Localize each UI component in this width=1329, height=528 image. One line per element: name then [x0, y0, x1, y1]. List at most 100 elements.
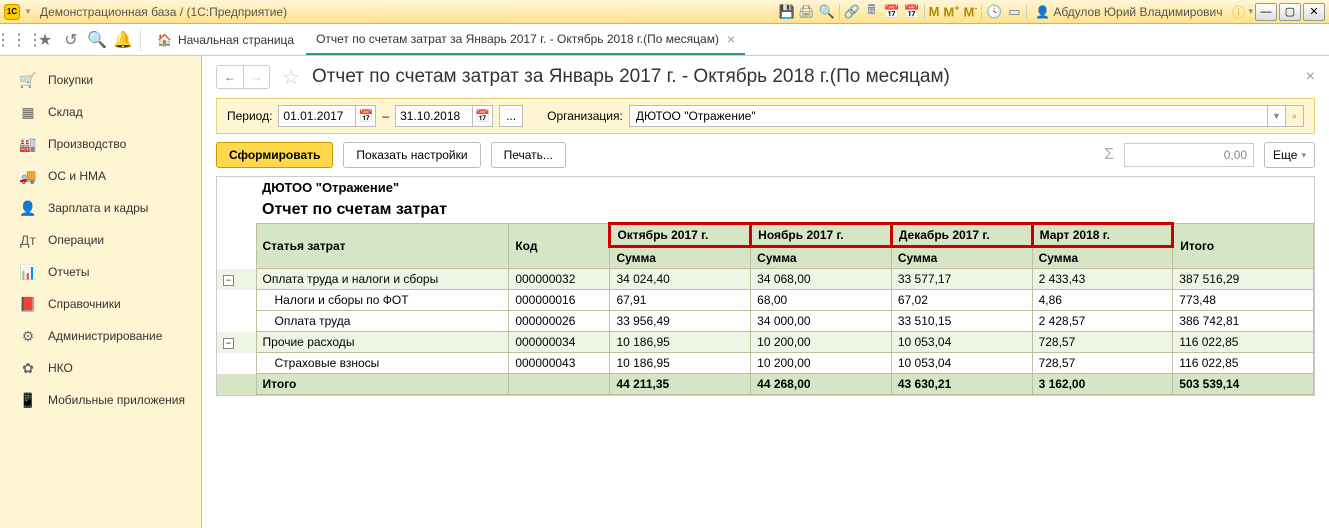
period-picker-button[interactable]: ... [499, 105, 523, 127]
calc-icon[interactable]: 🖩 [862, 2, 882, 22]
user-block[interactable]: 👤 Абдулов Юрий Владимирович [1035, 5, 1222, 19]
cell-name: Страховые взносы [256, 353, 509, 374]
cell-value: 3 162,00 [1032, 374, 1173, 395]
more-button[interactable]: Еще [1264, 142, 1315, 168]
org-clear-icon[interactable]: ▫ [1286, 105, 1304, 127]
params-bar: Период: 01.01.2017 📅 – 31.10.2018 📅 ... … [216, 98, 1315, 134]
sidebar-item[interactable]: 🛒Покупки [0, 64, 201, 96]
home-icon: 🏠 [157, 33, 172, 47]
sidebar-item[interactable]: 🏭Производство [0, 128, 201, 160]
collapse-icon[interactable]: − [223, 338, 234, 349]
date-to-cal-icon[interactable]: 📅 [473, 105, 493, 127]
show-settings-button[interactable]: Показать настройки [343, 142, 480, 168]
cell-value: 2 433,43 [1032, 269, 1173, 290]
cell-code: 000000043 [509, 353, 610, 374]
title-bar: 1C ▼ Демонстрационная база / (1С:Предпри… [0, 0, 1329, 24]
sidebar-label: Склад [48, 105, 83, 119]
sidebar-icon: 📕 [18, 296, 38, 313]
sidebar-item[interactable]: 👤Зарплата и кадры [0, 192, 201, 224]
font-increase-icon[interactable]: M [941, 3, 961, 19]
sidebar-icon: 🏭 [18, 136, 38, 153]
sidebar-icon: Дт [18, 232, 38, 248]
tab-home[interactable]: 🏠 Начальная страница [145, 24, 306, 56]
sidebar-item[interactable]: ▦Склад [0, 96, 201, 128]
cell-value: 34 024,40 [610, 269, 751, 290]
day-icon[interactable]: 📅 [902, 2, 922, 22]
sidebar-label: ОС и НМА [48, 169, 106, 183]
app-logo: 1C [4, 4, 20, 20]
sidebar-label: НКО [48, 361, 73, 375]
search-icon[interactable]: 🔍 [84, 27, 110, 53]
org-input[interactable]: ДЮТОО "Отражение" [629, 105, 1268, 127]
cell-value: 10 200,00 [751, 332, 892, 353]
app-dropdown-icon[interactable]: ▼ [24, 7, 32, 16]
cell-value: 43 630,21 [891, 374, 1032, 395]
save-icon[interactable]: 💾 [777, 2, 797, 22]
sidebar-item[interactable]: ✿НКО [0, 352, 201, 384]
sidebar-item[interactable]: 📊 Отчеты [0, 256, 201, 288]
sum-field[interactable]: 0,00 [1124, 143, 1254, 167]
maximize-button[interactable]: ▢ [1279, 3, 1301, 21]
font-decrease-icon[interactable]: M [962, 3, 980, 19]
table-row: −Прочие расходы00000003410 186,9510 200,… [217, 332, 1314, 353]
star-icon[interactable]: ☆ [282, 65, 300, 90]
windows-icon[interactable]: ▭ [1004, 2, 1024, 22]
back-button[interactable]: ← [217, 66, 243, 88]
col-sum-1: Сумма [751, 247, 892, 269]
sidebar-icon: 🚚 [18, 168, 38, 185]
sidebar-item[interactable]: ⚙Администрирование [0, 320, 201, 352]
report-title: Отчет по счетам затрат [256, 198, 1313, 224]
page-close-icon[interactable]: × [1306, 68, 1315, 86]
date-from-input[interactable]: 01.01.2017 [278, 105, 356, 127]
date-from-cal-icon[interactable]: 📅 [356, 105, 376, 127]
close-window-button[interactable]: ✕ [1303, 3, 1325, 21]
font-normal-icon[interactable]: M [927, 4, 942, 19]
cell-value: 10 186,95 [610, 353, 751, 374]
link-icon[interactable]: 🔗 [842, 2, 862, 22]
sidebar-item[interactable]: 📕Справочники [0, 288, 201, 320]
print-button[interactable]: Печать... [491, 142, 566, 168]
cell-value: 728,57 [1032, 332, 1173, 353]
sidebar-item[interactable]: 📱Мобильные приложения [0, 384, 201, 416]
table-row: Налоги и сборы по ФОТ00000001667,9168,00… [217, 290, 1314, 311]
cell-value: 10 053,04 [891, 332, 1032, 353]
tab-report[interactable]: Отчет по счетам затрат за Январь 2017 г.… [306, 24, 745, 55]
clock-icon[interactable]: 🕓 [984, 2, 1004, 22]
info-icon[interactable]: ⓘ [1228, 2, 1248, 22]
table-row: Оплата труда00000002633 956,4934 000,003… [217, 311, 1314, 332]
generate-button[interactable]: Сформировать [216, 142, 333, 168]
col-code: Код [509, 224, 610, 269]
user-icon: 👤 [1035, 5, 1050, 19]
apps-icon[interactable]: ⋮⋮⋮ [6, 27, 32, 53]
org-label: Организация: [547, 109, 623, 123]
cell-value: 67,91 [610, 290, 751, 311]
cell-name: Прочие расходы [256, 332, 509, 353]
favorite-icon[interactable]: ★ [32, 27, 58, 53]
cell-value: 44 268,00 [751, 374, 892, 395]
sidebar-label: Покупки [48, 73, 93, 87]
collapse-icon[interactable]: − [223, 275, 234, 286]
table-row: Страховые взносы00000004310 186,9510 200… [217, 353, 1314, 374]
sidebar-item[interactable]: 🚚 ОС и НМА [0, 160, 201, 192]
sidebar-label: Операции [48, 233, 104, 247]
cell-value: 44 211,35 [610, 374, 751, 395]
period-label: Период: [227, 109, 272, 123]
org-dropdown-icon[interactable]: ▼ [1268, 105, 1286, 127]
date-to-input[interactable]: 31.10.2018 [395, 105, 473, 127]
sidebar-item[interactable]: Дт Операции [0, 224, 201, 256]
sidebar-icon: 📊 [18, 264, 38, 281]
preview-icon[interactable]: 🔍 [817, 2, 837, 22]
tab-close-icon[interactable]: × [727, 31, 735, 47]
tab-report-label: Отчет по счетам затрат за Январь 2017 г.… [316, 32, 719, 46]
forward-button[interactable]: → [243, 66, 269, 88]
calendar-icon[interactable]: 📅 [882, 2, 902, 22]
tab-home-label: Начальная страница [178, 33, 294, 47]
minimize-button[interactable]: — [1255, 3, 1277, 21]
cell-total: 116 022,85 [1173, 332, 1314, 353]
report-org: ДЮТОО "Отражение" [256, 177, 1313, 198]
notify-icon[interactable]: 🔔 [110, 27, 136, 53]
history-icon[interactable]: ↺ [58, 27, 84, 53]
sidebar-label: Отчеты [48, 265, 89, 279]
print-icon[interactable]: 🖨 [797, 2, 817, 22]
main-toolbar: ⋮⋮⋮ ★ ↺ 🔍 🔔 🏠 Начальная страница Отчет п… [0, 24, 1329, 56]
